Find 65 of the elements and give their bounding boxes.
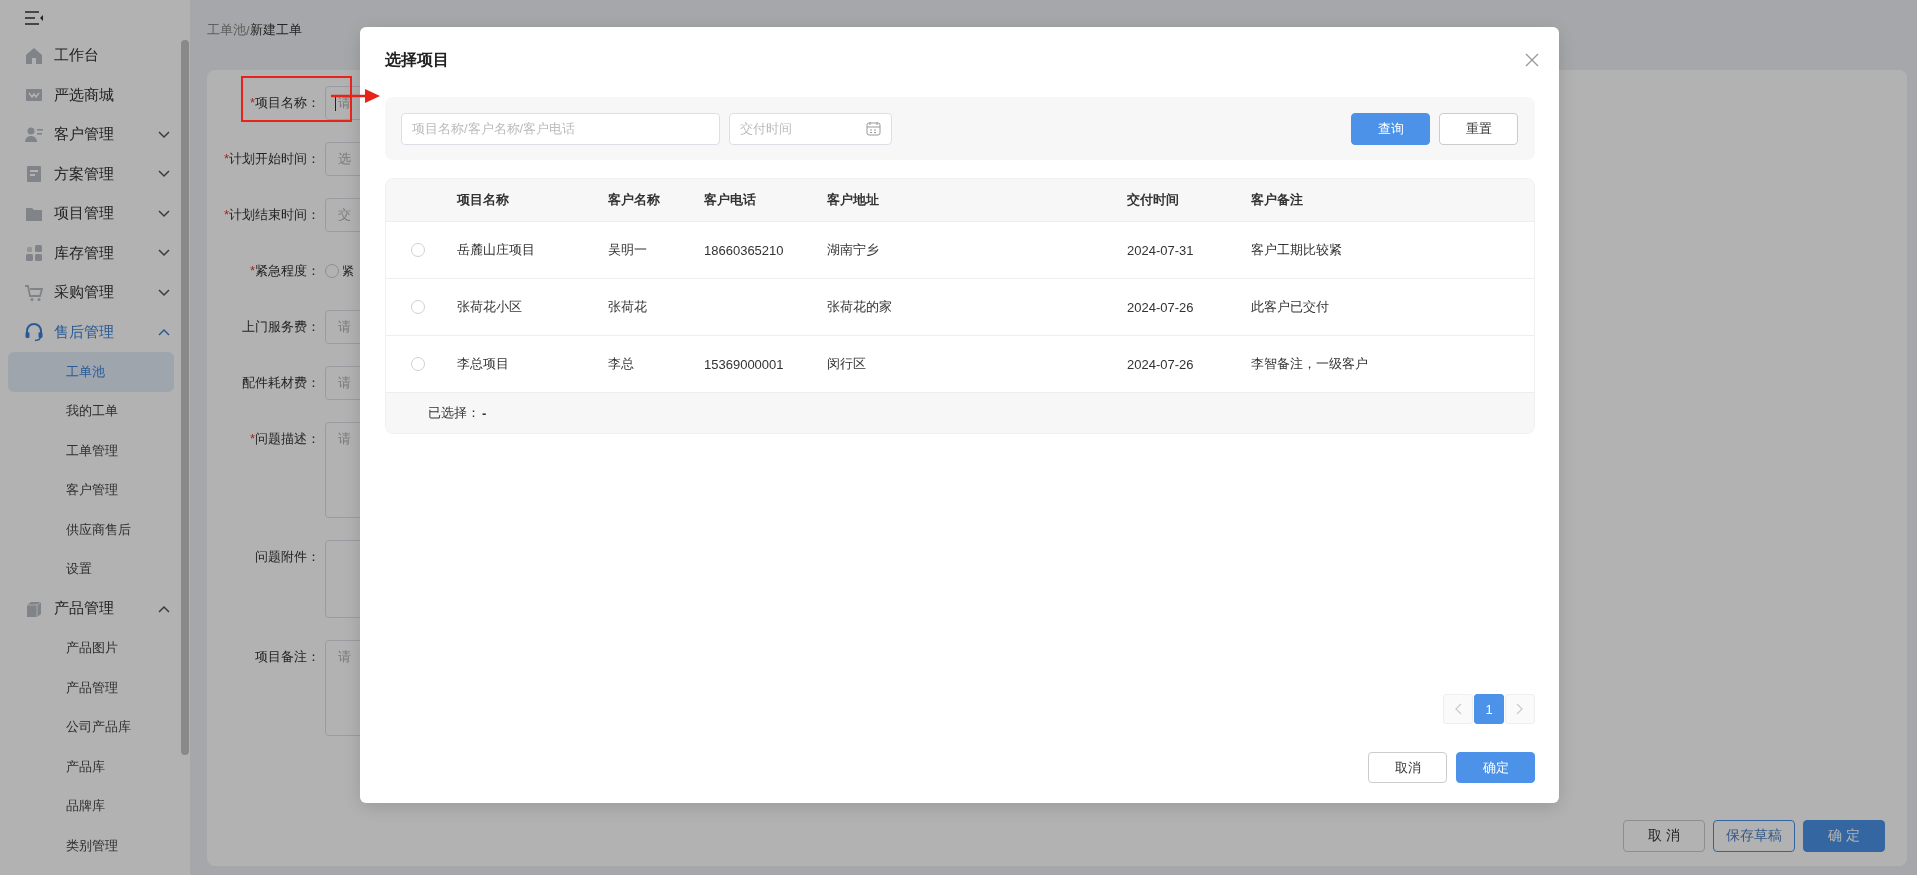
column-header: 客户地址 [827, 191, 880, 209]
previous-page-button[interactable] [1443, 694, 1473, 724]
table-cell-text: 张荷花的家 [827, 298, 893, 316]
table-cell-text: 湖南宁乡 [827, 241, 880, 259]
menu-icon[interactable] [24, 10, 44, 26]
radio-option[interactable]: 紧 [325, 254, 354, 288]
field-label: 上门服务费： [242, 319, 320, 334]
field-label: *问题描述： [249, 431, 320, 446]
dialog-title: 选择项目 [385, 49, 449, 70]
sidebar-subitem[interactable]: 工单管理 [8, 431, 174, 471]
chevron-left-icon [1454, 703, 1462, 715]
selection-value: - [482, 405, 487, 421]
column-header: 客户名称 [608, 191, 661, 209]
selection-label: 已选择： [428, 404, 480, 422]
column-header: 交付时间 [1127, 191, 1180, 209]
sidebar-subitem[interactable]: 产品库 [8, 747, 174, 787]
field-label: *项目名称： [249, 95, 320, 110]
breadcrumb-separator: / [246, 22, 250, 38]
scrollbar[interactable] [181, 40, 189, 755]
field-label: 配件耗材费： [242, 375, 320, 390]
sidebar-subitem[interactable]: 我的工单 [8, 391, 174, 431]
table-cell-text: 2024-07-26 [1127, 299, 1195, 315]
field-label: *紧急程度： [249, 263, 320, 278]
table-cell-text: 客户工期比较紧 [1251, 241, 1343, 259]
field-label: *计划结束时间： [223, 207, 320, 222]
column-header: 客户备注 [1251, 191, 1304, 209]
sidebar-subitem[interactable]: 客户管理 [8, 470, 174, 510]
table-cell-text: 吴明一 [608, 241, 648, 259]
field-label: *计划开始时间： [223, 151, 320, 166]
blocks-icon [24, 243, 44, 264]
table-cell-text: 李总项目 [457, 355, 510, 373]
document-icon [24, 164, 44, 185]
column-header: 项目名称 [457, 191, 510, 209]
save-draft-button[interactable]: 保存草稿 [1713, 820, 1795, 852]
close-icon[interactable] [1525, 53, 1539, 67]
table-cell-text: 2024-07-31 [1127, 242, 1195, 258]
sidebar-subitem[interactable]: 类别管理 [8, 826, 174, 866]
home-icon [24, 45, 44, 66]
sidebar-subitem[interactable]: 品牌库 [8, 786, 174, 826]
reset-button[interactable]: 重置 [1439, 112, 1518, 145]
sidebar-subitem[interactable]: 产品图片 [8, 628, 174, 668]
sidebar-subitem[interactable]: 产品管理 [8, 668, 174, 708]
table-cell-text: 此客户已交付 [1251, 298, 1330, 316]
table-cell-text: 15369000001 [704, 356, 785, 372]
table-cell-text: 2024-07-26 [1127, 356, 1195, 372]
calendar-icon [866, 121, 881, 136]
table-cell-text: 张荷花小区 [457, 298, 523, 316]
table-cell-text: 张荷花 [608, 298, 648, 316]
cancel-button[interactable]: 取消 [1368, 752, 1447, 783]
field-label: 项目备注： [255, 649, 320, 664]
table-cell-text: 李智备注，一级客户 [1251, 355, 1369, 373]
cart-icon [24, 282, 44, 303]
chevron-right-icon [1516, 703, 1524, 715]
headset-icon [24, 322, 44, 343]
sidebar-subitem[interactable]: 供应商售后 [8, 510, 174, 550]
table-cell-text: 岳麓山庄项目 [457, 241, 536, 259]
next-page-button[interactable] [1505, 694, 1535, 724]
sidebar-subitem[interactable]: 公司产品库 [8, 707, 174, 747]
cancel-button[interactable]: 取 消 [1623, 820, 1705, 852]
table-cell-text: 闵行区 [827, 355, 867, 373]
sidebar-subitem[interactable]: 设置 [8, 549, 174, 589]
field-label: 问题附件： [255, 549, 320, 564]
table-cell-text: 18660365210 [704, 242, 785, 258]
column-header: 客户电话 [704, 191, 757, 209]
table-cell-text: 李总 [608, 355, 635, 373]
